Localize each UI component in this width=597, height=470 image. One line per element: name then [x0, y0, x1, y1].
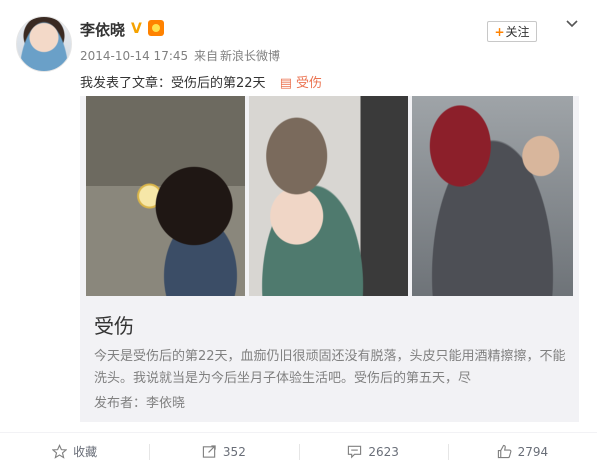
verified-icon: V — [131, 21, 142, 37]
chevron-down-icon[interactable] — [564, 18, 580, 30]
article-photo[interactable] — [412, 96, 573, 296]
user-name[interactable]: 李依晓 — [80, 19, 125, 40]
article-card[interactable]: 受伤 今天是受伤后的第22天，血痂仍旧很顽固还没有脱落，头皮只能用酒精擦擦，不能… — [80, 96, 579, 422]
article-photos — [86, 96, 573, 296]
article-photo[interactable] — [86, 96, 245, 296]
action-bar: 收藏 352 2623 2794 — [0, 432, 597, 470]
favorite-label: 收藏 — [73, 445, 98, 459]
timestamp[interactable]: 2014-10-14 17:45 — [80, 49, 188, 63]
repost-button[interactable]: 352 — [149, 433, 298, 470]
article-link-label: 受伤 — [295, 76, 322, 91]
star-icon — [52, 444, 68, 459]
like-count: 2794 — [517, 444, 549, 459]
article-link[interactable]: ▤ 受伤 — [280, 76, 322, 91]
article-summary: 今天是受伤后的第22天，血痂仍旧很顽固还没有脱落，头皮只能用酒精擦擦，不能洗头。… — [94, 349, 566, 386]
post-meta: 2014-10-14 17:45 来自 新浪长微博 — [80, 47, 282, 64]
repost-count: 352 — [222, 444, 246, 459]
member-badge-icon[interactable] — [148, 20, 164, 36]
comment-count: 2623 — [368, 444, 399, 459]
thumb-up-icon — [497, 444, 512, 459]
follow-button[interactable]: + 关注 — [487, 21, 537, 42]
article-photo[interactable] — [249, 96, 408, 296]
share-icon — [202, 445, 216, 458]
article-title[interactable]: 受伤 — [94, 310, 134, 339]
favorite-button[interactable]: 收藏 — [0, 433, 149, 470]
article-icon: ▤ — [279, 76, 292, 91]
comment-button[interactable]: 2623 — [298, 433, 448, 470]
source-link[interactable]: 新浪长微博 — [220, 49, 280, 63]
avatar[interactable] — [16, 16, 72, 72]
like-button[interactable]: 2794 — [447, 433, 597, 470]
post-body: 我发表了文章：受伤后的第22天 — [80, 76, 266, 91]
article-author: 发布者：李依晓 — [94, 396, 186, 411]
post-text: 我发表了文章：受伤后的第22天 ▤ 受伤 — [80, 72, 322, 91]
follow-label: 关注 — [505, 25, 530, 39]
comment-icon — [348, 445, 362, 459]
plus-icon: + — [494, 24, 505, 39]
source-prefix: 来自 — [193, 49, 218, 63]
